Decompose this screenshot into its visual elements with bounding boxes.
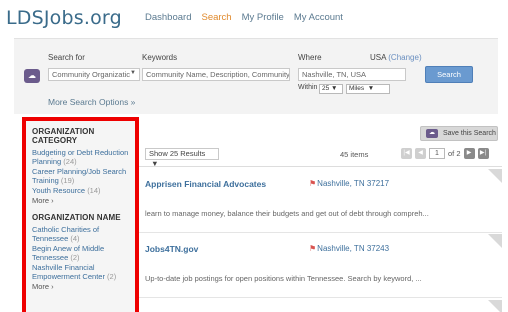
pager-next-icon[interactable]: ▶ <box>463 148 475 159</box>
within-label: Within <box>298 84 318 91</box>
map-pin-icon: ⚑ <box>309 179 317 188</box>
org-count: (4) <box>70 234 80 243</box>
card-corner <box>488 169 502 183</box>
card-corner <box>488 300 502 312</box>
org-name-item[interactable]: Catholic Charities of Tennessee (4) <box>32 225 131 243</box>
page-total: of 2 <box>448 149 461 158</box>
result-card[interactable]: Apprisen Financial Advocates ⚑Nashville,… <box>139 169 502 233</box>
category-name: Youth Resource <box>32 186 86 195</box>
result-card[interactable]: Jobs4TN.gov ⚑Nashville, TN 37243 Up-to-d… <box>139 234 502 298</box>
category-item[interactable]: Career Planning/Job Search Training (19) <box>32 167 131 185</box>
keywords-label: Keywords <box>142 53 178 62</box>
change-country-link[interactable]: (Change) <box>388 53 421 62</box>
org-name-more-link[interactable]: More › <box>32 282 131 291</box>
search-for-label: Search for <box>48 53 85 62</box>
cloud-icon[interactable]: ☁ <box>24 69 40 83</box>
map-pin-icon: ⚑ <box>309 244 317 253</box>
items-count: 45 items <box>340 150 369 159</box>
org-name-item[interactable]: Begin Anew of Middle Tennessee (2) <box>32 244 131 262</box>
filter-sidebar: ORGANIZATION CATEGORY Budgeting or Debt … <box>22 117 139 312</box>
result-location: ⚑Nashville, TN 37217 <box>309 179 389 188</box>
country-label: USA (Change) <box>370 53 422 62</box>
results-per-page-select[interactable]: Show 25 Results ▼ <box>145 148 219 168</box>
pager-last-icon[interactable]: ▶| <box>477 148 489 159</box>
category-name: Career Planning/Job Search Training <box>32 167 127 185</box>
result-description: Up-to-date job postings for open positio… <box>145 274 422 283</box>
search-panel: Search for ☁ Community Organizatic ▼ Key… <box>14 38 498 114</box>
site-logo[interactable]: LDSJobs.org <box>6 7 122 29</box>
results-per-page-value: Show 25 Results <box>149 149 206 158</box>
pagination: |◀ ◀ 1 of 2 ▶ ▶| <box>401 148 489 159</box>
category-name: Budgeting or Debt Reduction Planning <box>32 148 129 166</box>
nav-dashboard[interactable]: Dashboard <box>145 12 191 23</box>
category-count: (24) <box>63 157 77 166</box>
category-item[interactable]: Budgeting or Debt Reduction Planning (24… <box>32 148 131 166</box>
category-count: (19) <box>60 176 75 185</box>
where-label: Where <box>298 53 322 62</box>
nav-my-account[interactable]: My Account <box>294 12 343 23</box>
divider <box>139 166 502 167</box>
units-select[interactable]: Miles ▼ <box>346 84 390 94</box>
more-search-options-link[interactable]: More Search Options » <box>48 97 135 107</box>
search-for-value: Community Organizatic <box>52 70 130 79</box>
cloud-icon: ☁ <box>426 129 438 138</box>
category-more-link[interactable]: More › <box>32 196 131 205</box>
result-location-text: Nashville, TN 37243 <box>317 244 390 253</box>
org-count: (2) <box>107 272 117 281</box>
org-count: (2) <box>70 253 80 262</box>
page-number-input[interactable]: 1 <box>429 148 445 159</box>
result-location: ⚑Nashville, TN 37243 <box>309 244 389 253</box>
pager-first-icon[interactable]: |◀ <box>401 148 412 159</box>
chevron-down-icon: ▼ <box>130 70 136 76</box>
radius-value: 25 <box>322 85 330 92</box>
nav-my-profile[interactable]: My Profile <box>242 12 284 23</box>
where-input[interactable]: Nashville, TN, USA <box>298 68 406 81</box>
results-panel: ☁ Save this Search Show 25 Results ▼ 45 … <box>139 117 502 312</box>
organization-name-heading: ORGANIZATION NAME <box>32 213 121 222</box>
category-count: (14) <box>87 186 101 195</box>
result-title[interactable]: Jobs4TN.gov <box>145 244 198 254</box>
main-nav: Dashboard Search My Profile My Account <box>145 12 343 23</box>
radius-select[interactable]: 25 ▼ <box>319 84 343 94</box>
result-location-text: Nashville, TN 37217 <box>317 179 390 188</box>
org-name: Catholic Charities of Tennessee <box>32 225 100 243</box>
keywords-input[interactable]: Community Name, Description, Community L <box>142 68 290 81</box>
category-item[interactable]: Youth Resource (14) <box>32 186 131 195</box>
search-button[interactable]: Search <box>425 66 473 83</box>
units-value: Miles <box>349 85 365 92</box>
result-description: learn to manage money, balance their bud… <box>145 209 429 218</box>
org-name-item[interactable]: Nashville Financial Empowerment Center (… <box>32 263 131 281</box>
result-title[interactable]: Apprisen Financial Advocates <box>145 179 266 189</box>
org-name: Nashville Financial Empowerment Center <box>32 263 105 281</box>
save-search-button[interactable]: ☁ Save this Search <box>420 126 498 141</box>
country-value: USA <box>370 53 387 62</box>
organization-category-heading: ORGANIZATION CATEGORY <box>32 127 95 145</box>
nav-search[interactable]: Search <box>201 12 231 23</box>
top-bar: LDSJobs.org Dashboard Search My Profile … <box>0 0 508 38</box>
result-card-partial[interactable] <box>139 300 502 312</box>
search-for-select[interactable]: Community Organizatic ▼ <box>48 68 140 81</box>
org-name: Begin Anew of Middle Tennessee <box>32 244 105 262</box>
card-corner <box>488 234 502 248</box>
save-search-label: Save this Search <box>443 130 496 137</box>
pager-prev-icon[interactable]: ◀ <box>415 148 426 159</box>
